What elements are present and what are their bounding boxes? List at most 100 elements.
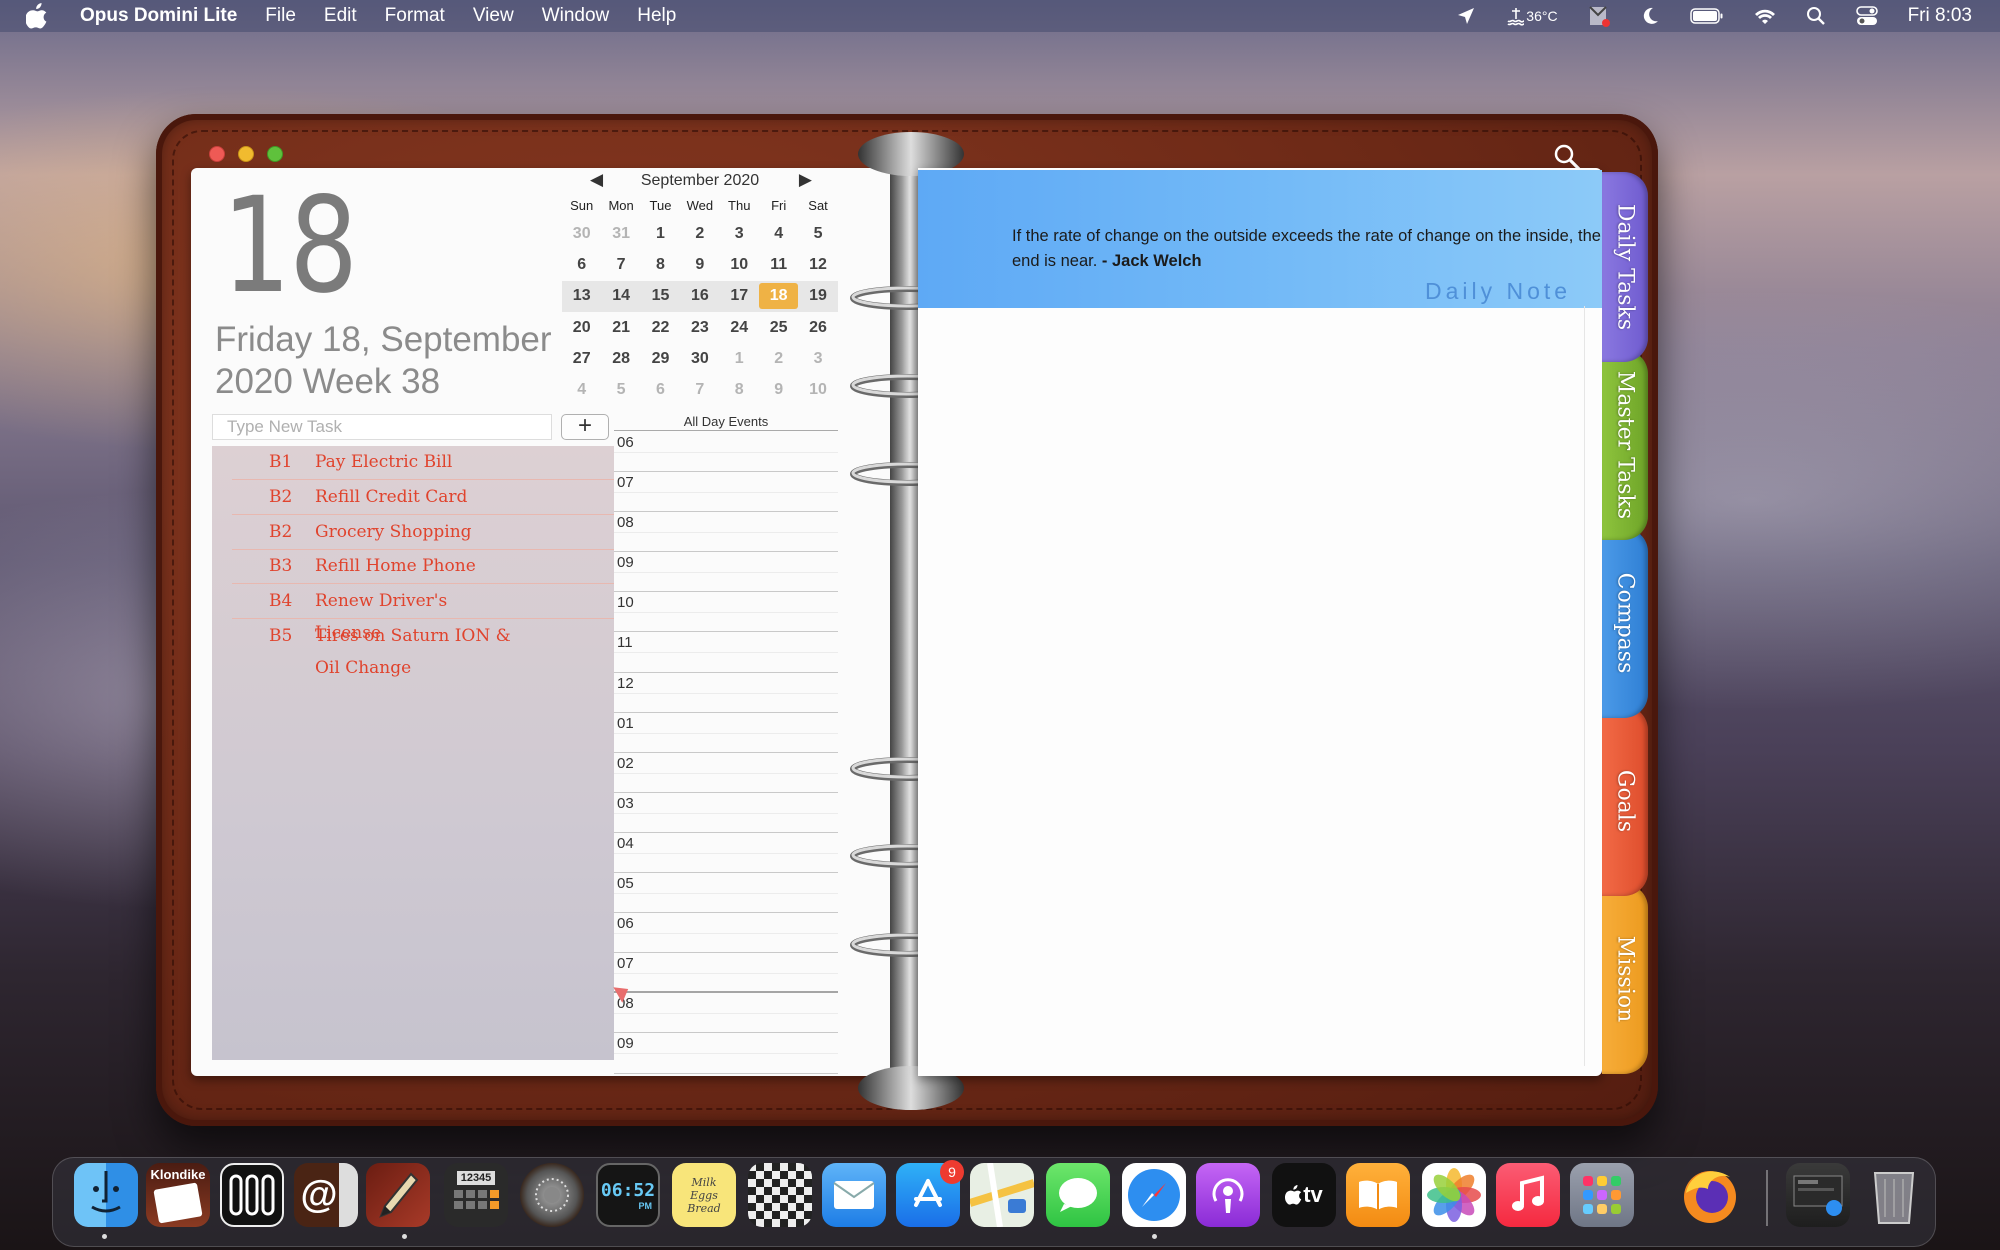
calendar-day[interactable]: 7 (601, 256, 640, 274)
calendar-day[interactable]: 22 (641, 319, 680, 337)
calendar-day[interactable]: 31 (601, 225, 640, 243)
calendar-day[interactable]: 30 (562, 225, 601, 243)
hour-slot[interactable]: 01 (614, 713, 838, 753)
hour-slot[interactable]: 07 (614, 953, 838, 994)
podcasts-icon[interactable] (1196, 1163, 1260, 1227)
calendar-day[interactable]: 1 (641, 225, 680, 243)
calendar-day[interactable]: 8 (641, 256, 680, 274)
menubar-clock[interactable]: Fri 8:03 (1908, 5, 1972, 27)
calendar-day[interactable]: 19 (798, 287, 837, 305)
finder-icon[interactable] (74, 1163, 138, 1227)
menu-format[interactable]: Format (385, 5, 445, 27)
calendar-day[interactable]: 1 (720, 350, 759, 368)
trash-icon[interactable] (1862, 1163, 1926, 1227)
hour-slot[interactable]: 10 (614, 592, 838, 633)
calendar-day[interactable]: 10 (798, 381, 837, 399)
wifi-icon[interactable] (1754, 7, 1776, 25)
battery-icon[interactable] (1689, 7, 1724, 25)
calendar-day[interactable]: 24 (720, 319, 759, 337)
calendar-day[interactable]: 6 (562, 256, 601, 274)
location-icon[interactable] (1456, 6, 1476, 26)
hour-slot[interactable]: 07 (614, 472, 838, 513)
menu-view[interactable]: View (473, 5, 514, 27)
spotlight-search-icon[interactable] (1806, 6, 1826, 26)
mail-icon[interactable] (822, 1163, 886, 1227)
calendar-day[interactable]: 5 (798, 225, 837, 243)
tab-daily-tasks[interactable]: Daily Tasks (1602, 172, 1648, 362)
add-task-button[interactable]: + (561, 414, 609, 440)
menu-help[interactable]: Help (637, 5, 676, 27)
menu-edit[interactable]: Edit (324, 5, 357, 27)
calendar-day[interactable]: 21 (601, 319, 640, 337)
tab-compass[interactable]: Compass (1602, 528, 1648, 718)
hour-slot[interactable]: 11 (614, 632, 838, 673)
calendar-day[interactable]: 3 (798, 350, 837, 368)
tab-master-tasks[interactable]: Master Tasks (1602, 350, 1648, 540)
columns-app-icon[interactable] (220, 1163, 284, 1227)
safari-icon[interactable] (1122, 1163, 1186, 1227)
dial-app-icon[interactable] (520, 1163, 584, 1227)
address-book-icon[interactable]: @ (294, 1163, 358, 1227)
calendar-day[interactable]: 16 (680, 287, 719, 305)
hour-slot[interactable]: 08 (614, 993, 838, 1034)
calendar-day[interactable]: 4 (759, 225, 798, 243)
firefox-icon[interactable] (1678, 1163, 1742, 1227)
calendar-day[interactable]: 9 (680, 256, 719, 274)
calendar-day[interactable]: 28 (601, 350, 640, 368)
calendar-day[interactable]: 23 (680, 319, 719, 337)
calendar-day[interactable]: 20 (562, 319, 601, 337)
window-zoom-button[interactable] (267, 146, 283, 162)
control-center-icon[interactable] (1855, 6, 1878, 26)
digital-clock-icon[interactable]: 06:52 PM (596, 1163, 660, 1227)
messages-icon[interactable] (1046, 1163, 1110, 1227)
hour-slot[interactable]: 04 (614, 833, 838, 874)
hour-slot[interactable]: 09 (614, 1033, 838, 1074)
apple-tv-icon[interactable]: tv (1272, 1163, 1336, 1227)
moon-icon[interactable] (1640, 6, 1660, 26)
calendar-day[interactable]: 3 (720, 225, 759, 243)
calendar-badge-icon[interactable] (1588, 5, 1610, 27)
hour-slot[interactable]: 02 (614, 753, 838, 793)
hour-slot[interactable]: 06 (614, 432, 838, 473)
chess-icon[interactable] (748, 1163, 812, 1227)
calendar-day[interactable]: 13 (562, 287, 601, 305)
menu-window[interactable]: Window (542, 5, 610, 27)
menu-file[interactable]: File (265, 5, 296, 27)
calendar-day[interactable]: 30 (680, 350, 719, 368)
calendar-day[interactable]: 9 (759, 381, 798, 399)
photos-icon[interactable] (1422, 1163, 1486, 1227)
all-day-events-label[interactable]: All Day Events (614, 414, 838, 431)
new-task-input[interactable] (212, 414, 552, 440)
apple-icon[interactable] (26, 3, 52, 29)
music-icon[interactable] (1496, 1163, 1560, 1227)
calendar-day[interactable]: 2 (680, 225, 719, 243)
calendar-day[interactable]: 5 (601, 381, 640, 399)
calendar-day[interactable]: 6 (641, 381, 680, 399)
calendar-day[interactable]: 29 (641, 350, 680, 368)
hour-slot[interactable]: 06 (614, 913, 838, 954)
tab-goals[interactable]: Goals (1602, 706, 1648, 896)
weather-widget[interactable]: 36°C (1506, 6, 1558, 26)
hour-slot[interactable]: 08 (614, 512, 838, 553)
calendar-day[interactable]: 15 (641, 287, 680, 305)
calendar-day[interactable]: 26 (798, 319, 837, 337)
calendar-day[interactable]: 7 (680, 381, 719, 399)
calendar-day[interactable]: 10 (720, 256, 759, 274)
calendar-day-today[interactable]: 18 (758, 283, 799, 310)
next-month-button[interactable]: ▶ (799, 170, 812, 190)
books-icon[interactable] (1346, 1163, 1410, 1227)
stickies-icon[interactable]: Milk Eggs Bread (672, 1163, 736, 1227)
calendar-day[interactable]: 14 (601, 287, 640, 305)
calendar-day[interactable]: 11 (759, 256, 798, 274)
hour-slot[interactable]: 09 (614, 552, 838, 593)
window-close-button[interactable] (209, 146, 225, 162)
hour-slot[interactable]: 12 (614, 673, 838, 713)
calendar-day[interactable]: 27 (562, 350, 601, 368)
hour-slot[interactable]: 05 (614, 873, 838, 914)
klondike-icon[interactable]: Klondike (146, 1163, 210, 1227)
calendar-day[interactable]: 25 (759, 319, 798, 337)
calendar-day[interactable]: 4 (562, 381, 601, 399)
calculator-app-icon[interactable]: 12345 (444, 1163, 508, 1227)
calendar-day[interactable]: 2 (759, 350, 798, 368)
launchpad-icon[interactable] (1570, 1163, 1634, 1227)
